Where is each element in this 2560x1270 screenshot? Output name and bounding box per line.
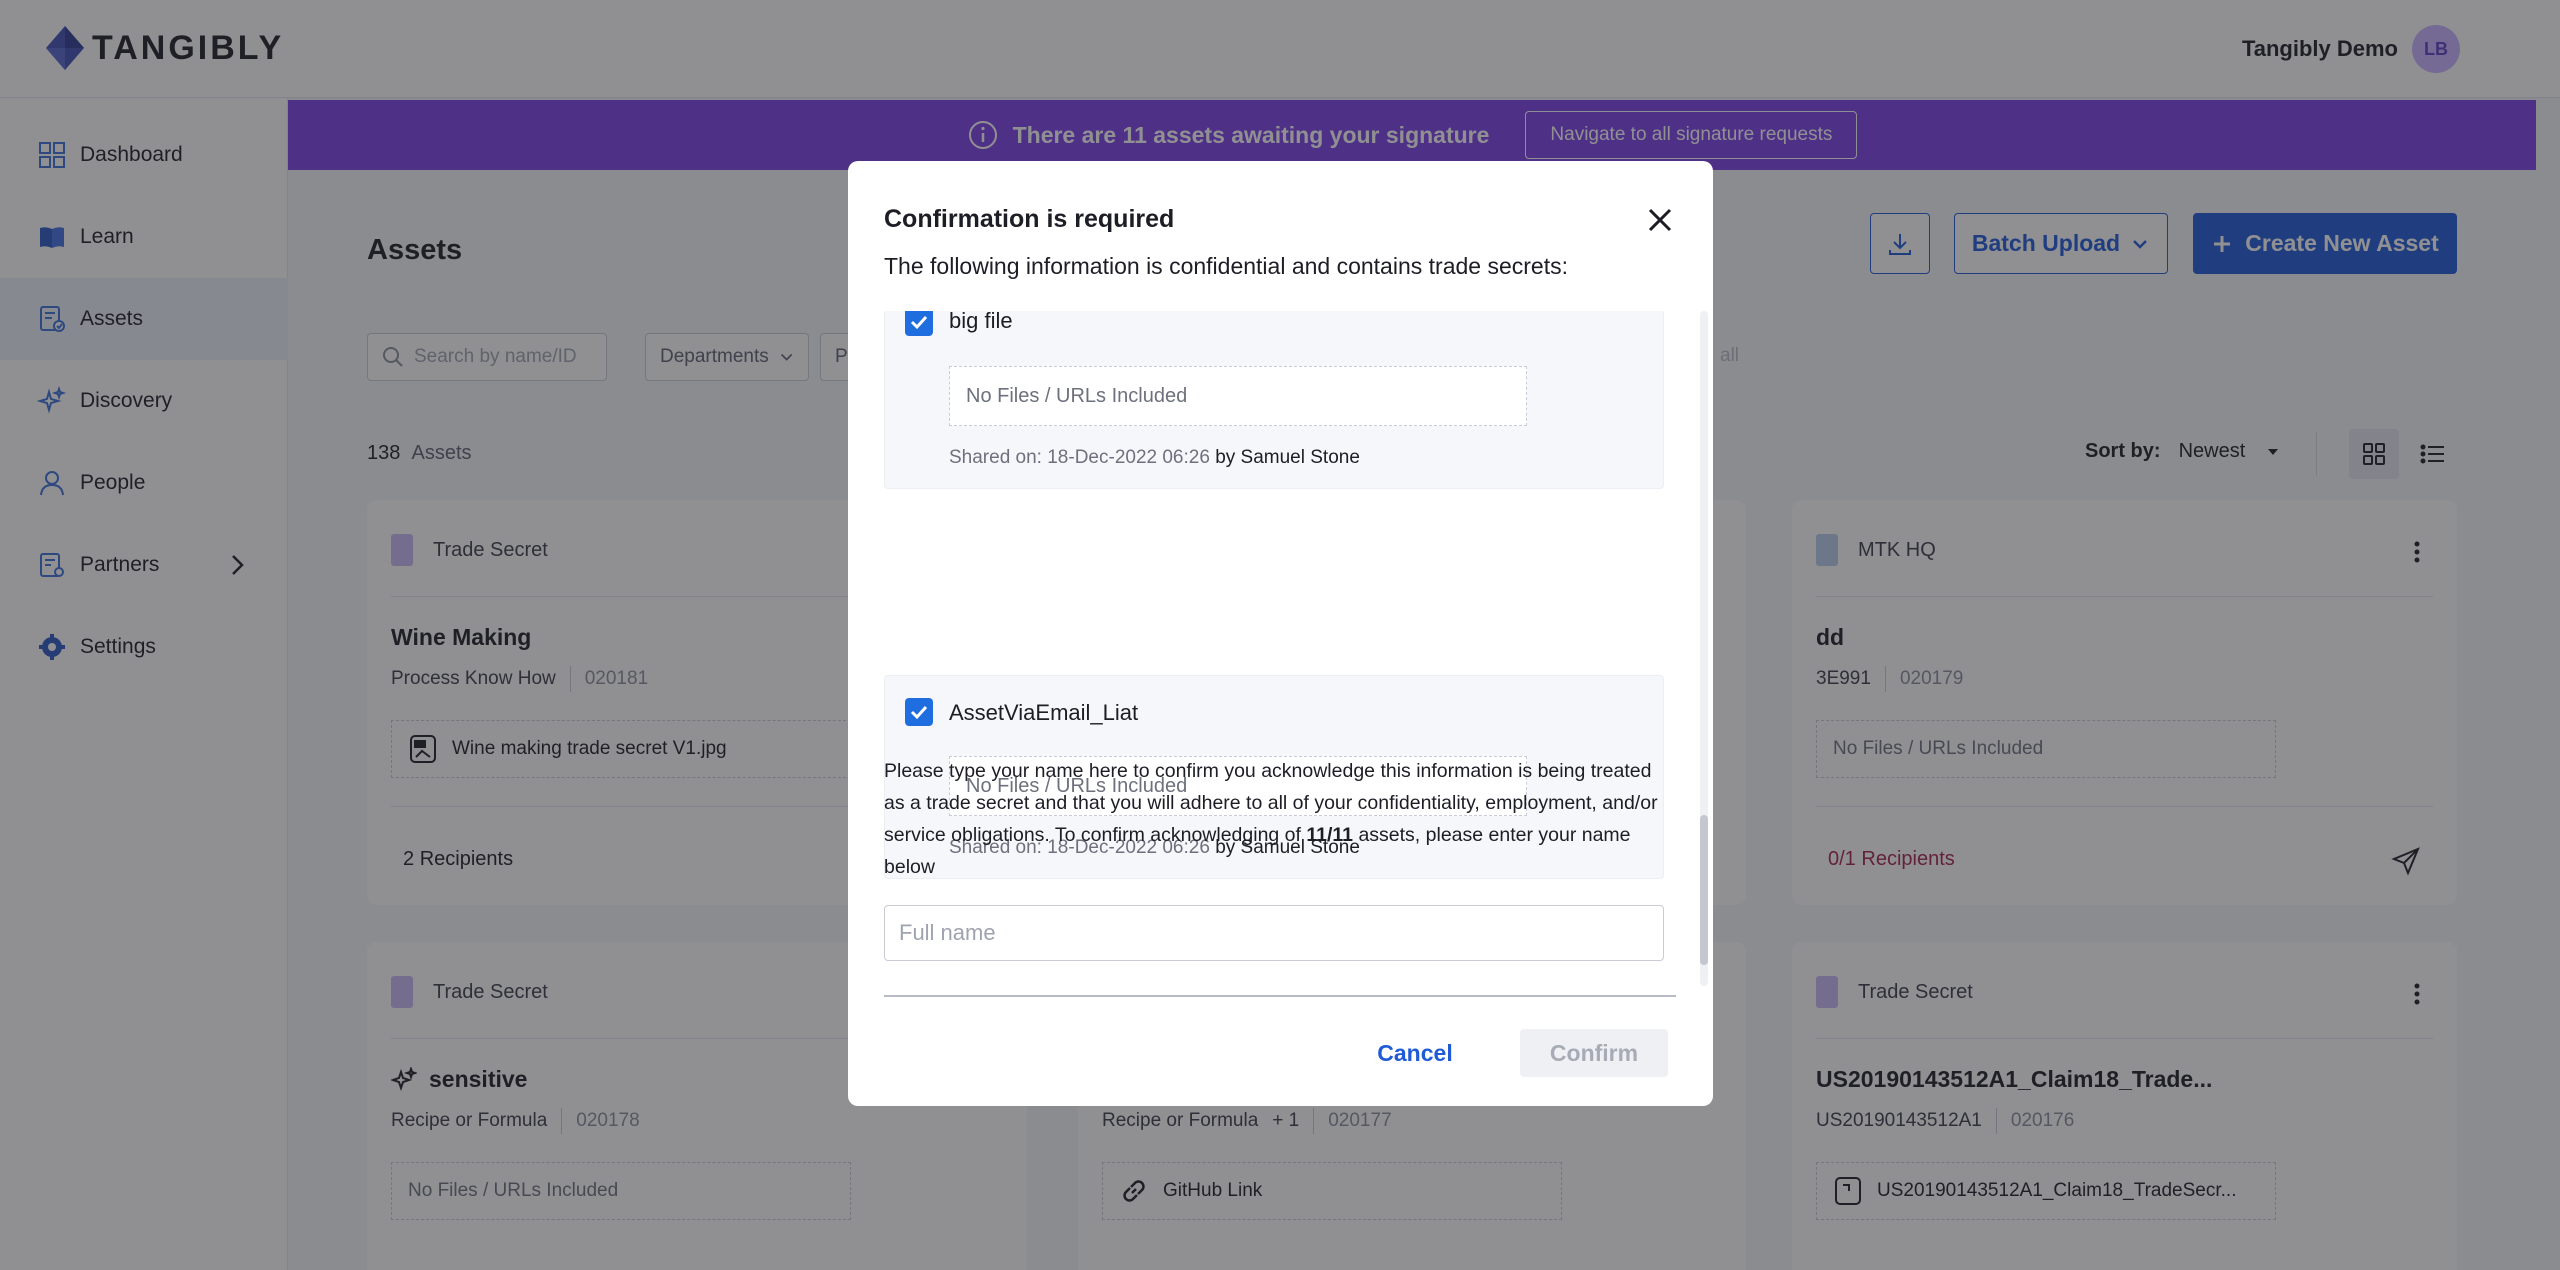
divider: [884, 995, 1676, 997]
shared-by: by Samuel Stone: [1215, 447, 1360, 468]
full-name-input[interactable]: [884, 905, 1664, 961]
asset-confirm-item: big file No Files / URLs Included Shared…: [884, 311, 1664, 489]
check-icon: [910, 705, 928, 720]
acknowledgement-text: Please type your name here to confirm yo…: [884, 755, 1664, 883]
asset-list-scroll[interactable]: big file No Files / URLs Included Shared…: [884, 311, 1674, 986]
files-box: No Files / URLs Included: [949, 366, 1527, 426]
asset-name: big file: [949, 311, 1013, 333]
check-icon: [910, 315, 928, 330]
asset-checkbox[interactable]: [905, 698, 933, 726]
asset-checkbox[interactable]: [905, 311, 933, 336]
shared-date: Shared on: 18-Dec-2022 06:26: [949, 447, 1210, 468]
close-icon[interactable]: [1643, 203, 1677, 237]
shared-info: Shared on: 18-Dec-2022 06:26 by Samuel S…: [949, 447, 1360, 469]
modal-title: Confirmation is required: [884, 205, 1175, 233]
modal-subtitle: The following information is confidentia…: [884, 253, 1568, 279]
confirmation-modal: Confirmation is required The following i…: [848, 161, 1713, 1106]
asset-name: AssetViaEmail_Liat: [949, 700, 1139, 725]
scrollbar-thumb[interactable]: [1700, 815, 1708, 965]
scrollbar[interactable]: [1700, 311, 1708, 986]
cancel-button[interactable]: Cancel: [1342, 1029, 1488, 1077]
confirm-button[interactable]: Confirm: [1520, 1029, 1668, 1077]
ack-count: 11/11: [1306, 824, 1354, 846]
